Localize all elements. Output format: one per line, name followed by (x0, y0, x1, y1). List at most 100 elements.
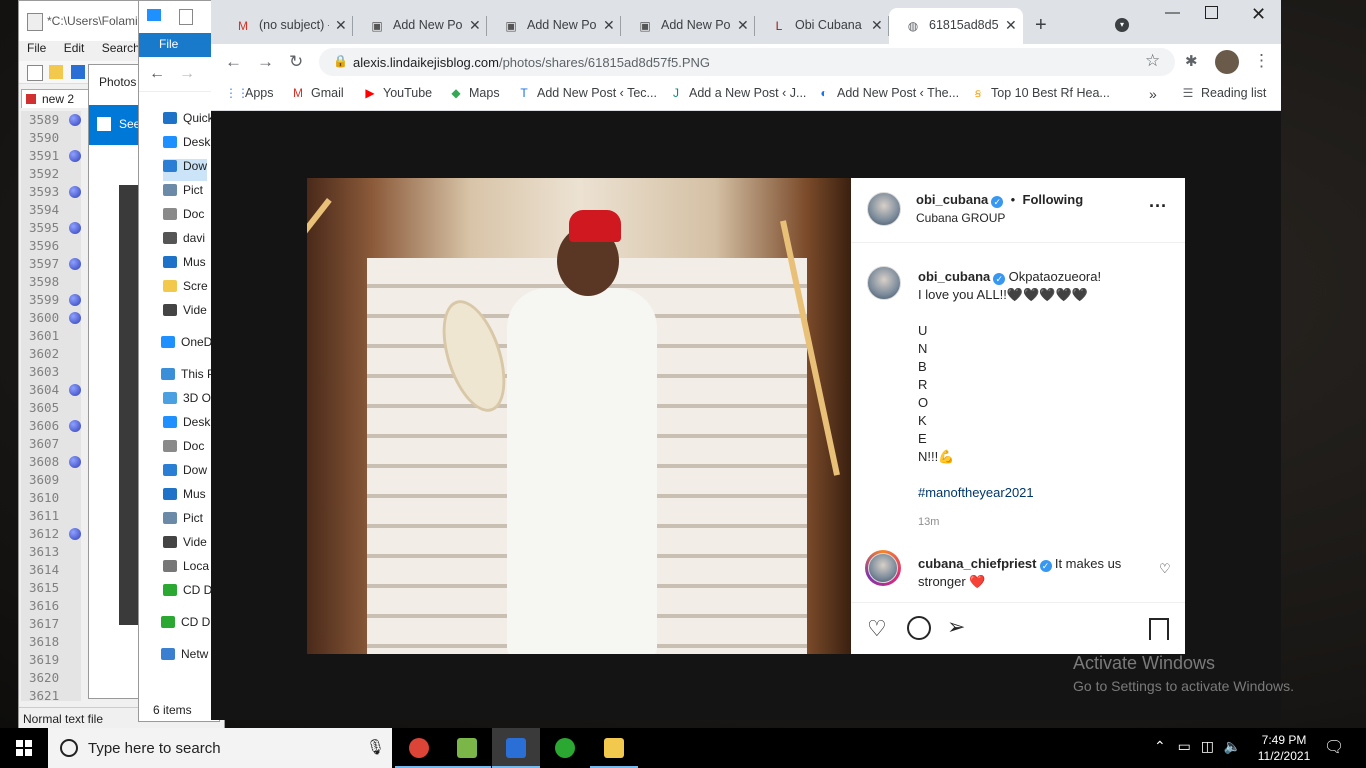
show-hidden-icons-chevron-icon[interactable]: ⌃ (1154, 738, 1166, 754)
bookmark-the[interactable]: ◐ Add New Post ‹ The... (817, 86, 959, 100)
close-tab-icon[interactable]: ✕ (469, 17, 481, 34)
start-button[interactable] (0, 728, 48, 768)
nav-item-vide[interactable]: Vide (163, 535, 207, 557)
maximize-button[interactable] (1205, 6, 1218, 19)
browser-tab-0[interactable]: M (no subject) - ✕ (219, 8, 353, 44)
bookmark-marker-icon[interactable] (69, 420, 81, 432)
close-tab-icon[interactable]: ✕ (603, 17, 615, 34)
open-folder-icon[interactable] (49, 65, 63, 79)
header-username[interactable]: obi_cubana (916, 192, 988, 207)
comment-bubble-icon[interactable] (907, 616, 931, 640)
nav-item-doc[interactable]: Doc (163, 439, 204, 461)
bookmark-gmail[interactable]: M Gmail (291, 86, 344, 100)
bookmark-marker-icon[interactable] (69, 186, 81, 198)
menu-search[interactable]: Search (102, 41, 140, 55)
properties-icon[interactable] (179, 9, 193, 25)
taskbar-search-box[interactable]: Type here to search 🎙 (48, 728, 392, 768)
browser-tab-5[interactable]: ◍ 61815ad8d5 ✕ (889, 8, 1023, 44)
nav-item-mus[interactable]: Mus (163, 487, 206, 509)
chrome-window[interactable]: M (no subject) - ✕ ▣ Add New Pos ✕ ▣ Add New Po… (211, 0, 1281, 720)
close-window-button[interactable]: ✕ (1251, 4, 1266, 25)
close-tab-icon[interactable]: ✕ (1005, 17, 1017, 34)
tab-new-2[interactable]: new 2 (21, 89, 93, 108)
network-icon[interactable]: ▭ (1178, 738, 1191, 754)
save-bookmark-icon[interactable] (1149, 618, 1169, 640)
close-tab-icon[interactable]: ✕ (335, 17, 347, 34)
post-photo[interactable] (307, 178, 851, 654)
taskbar-chrome[interactable] (395, 728, 443, 768)
extensions-puzzle-icon[interactable]: ✱ (1185, 52, 1198, 70)
close-tab-icon[interactable]: ✕ (737, 17, 749, 34)
nav-item-netw[interactable]: Netw (161, 647, 208, 669)
nav-item-cd-d[interactable]: CD D (161, 615, 210, 637)
comment-like-heart-icon[interactable]: ♡ (1159, 561, 1171, 577)
header-avatar[interactable] (867, 192, 901, 226)
nav-item-oned[interactable]: OneD (161, 335, 212, 357)
taskbar-photos[interactable] (492, 728, 540, 768)
menu-file[interactable]: File (27, 41, 46, 55)
browser-tab-2[interactable]: ▣ Add New Pos ✕ (487, 8, 621, 44)
bookmark-marker-icon[interactable] (69, 294, 81, 306)
nav-item-quick[interactable]: Quick (163, 111, 214, 133)
bookmark-apps[interactable]: ⋮⋮Apps (225, 86, 274, 100)
minimize-button[interactable]: — (1165, 4, 1180, 21)
reload-button[interactable]: ↻ (289, 52, 303, 72)
bookmark-marker-icon[interactable] (69, 384, 81, 396)
ribbon-file-tab[interactable]: File (139, 33, 219, 57)
taskbar-glo[interactable] (541, 728, 589, 768)
file-explorer-window[interactable]: File ← → Quick Desk Dow Pict Doc davi Mus Scre V… (138, 0, 220, 722)
bookmark-jbk[interactable]: J Add a New Post ‹ J... (669, 86, 806, 100)
save-icon[interactable] (71, 65, 85, 79)
nav-item-davi[interactable]: davi (163, 231, 205, 253)
browser-tab-4[interactable]: L Obi Cubana ✕ (755, 8, 889, 44)
nav-item-vide[interactable]: Vide (163, 303, 207, 325)
back-button[interactable]: ← (225, 52, 242, 72)
address-bar[interactable]: 🔒 alexis.lindaikejisblog.com/photos/shar… (319, 48, 1175, 76)
taskbar-file-explorer[interactable] (590, 728, 638, 768)
taskbar-notepadpp[interactable] (443, 728, 491, 768)
nav-item-doc[interactable]: Doc (163, 207, 204, 229)
lock-icon[interactable]: 🔒 (333, 54, 348, 68)
caption-avatar[interactable] (867, 266, 901, 300)
nav-item-dow[interactable]: Dow (163, 159, 208, 181)
more-options-icon[interactable]: ··· (1149, 196, 1167, 217)
wifi-icon[interactable]: ◫ (1201, 738, 1214, 754)
following-button[interactable]: Following (1023, 192, 1084, 207)
bookmark-maps[interactable]: ◆ Maps (449, 86, 499, 100)
nav-item-desk[interactable]: Desk (163, 415, 210, 437)
back-arrow-icon[interactable]: ← (149, 65, 165, 83)
share-plane-icon[interactable]: ➢ (947, 614, 965, 640)
new-file-icon[interactable] (27, 65, 43, 81)
nav-item-pict[interactable]: Pict (163, 183, 203, 205)
bookmark-marker-icon[interactable] (69, 222, 81, 234)
nav-item-desk[interactable]: Desk (163, 135, 210, 157)
bookmark-youtube[interactable]: ▶ YouTube (363, 86, 432, 100)
profile-avatar[interactable] (1215, 50, 1239, 74)
nav-item-this-p[interactable]: This P (161, 367, 215, 389)
volume-icon[interactable]: 🔈 (1224, 738, 1241, 754)
bookmark-tec[interactable]: T Add New Post ‹ Tec... (517, 86, 657, 100)
caption-line-12[interactable]: #manoftheyear2021 (918, 484, 1168, 502)
nav-item-loca[interactable]: Loca (163, 559, 209, 581)
nav-item-3d-o[interactable]: 3D O (163, 391, 211, 413)
bookmark-marker-icon[interactable] (69, 150, 81, 162)
notification-center-icon[interactable]: 🗨 (1324, 737, 1344, 757)
bookmark-marker-icon[interactable] (69, 528, 81, 540)
caption-username[interactable]: obi_cubana (918, 269, 990, 284)
new-tab-button[interactable]: + (1035, 14, 1047, 37)
chrome-menu-icon[interactable]: ⋮ (1253, 51, 1270, 71)
forward-arrow-icon[interactable]: → (179, 65, 195, 83)
browser-tab-1[interactable]: ▣ Add New Pos ✕ (353, 8, 487, 44)
comment-username[interactable]: cubana_chiefpriest (918, 556, 1037, 571)
like-heart-icon[interactable]: ♡ (867, 616, 887, 642)
bookmark-top10[interactable]: ꞩ Top 10 Best Rf Hea... (971, 86, 1110, 100)
nav-item-scre[interactable]: Scre (163, 279, 208, 301)
browser-tab-3[interactable]: ▣ Add New Pos ✕ (621, 8, 755, 44)
reading-list-button[interactable]: ☰ Reading list (1181, 86, 1267, 100)
bookmarks-overflow-chevron-icon[interactable]: » (1149, 86, 1157, 102)
bookmark-marker-icon[interactable] (69, 312, 81, 324)
nav-item-pict[interactable]: Pict (163, 511, 203, 533)
forward-button[interactable]: → (257, 52, 274, 72)
nav-item-mus[interactable]: Mus (163, 255, 206, 277)
nav-item-dow[interactable]: Dow (163, 463, 207, 485)
